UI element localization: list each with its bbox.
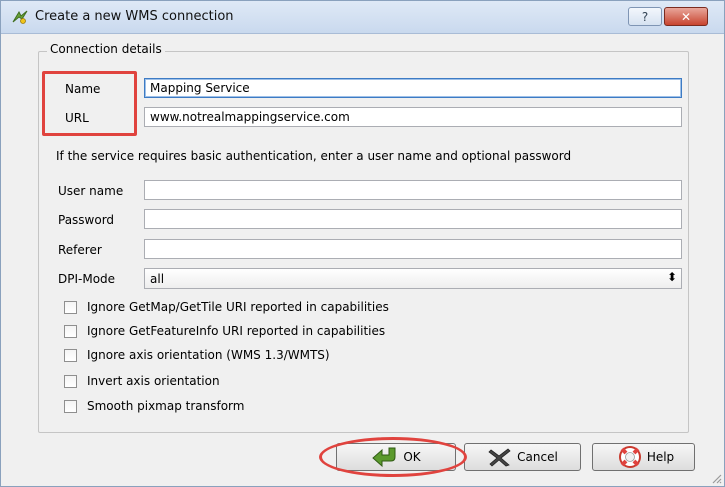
- checkbox-box[interactable]: [64, 348, 77, 362]
- checkbox-label: Ignore GetMap/GetTile URI reported in ca…: [87, 300, 389, 314]
- auth-info-text: If the service requires basic authentica…: [56, 149, 572, 163]
- referer-label: Referer: [58, 243, 102, 257]
- checkbox-ignore-getmap[interactable]: Ignore GetMap/GetTile URI reported in ca…: [64, 299, 389, 315]
- password-label: Password: [58, 213, 115, 227]
- updown-arrow-icon: ⬍: [666, 270, 677, 284]
- checkbox-invert-axis[interactable]: Invert axis orientation: [64, 373, 220, 389]
- connection-details-title: Connection details: [47, 42, 165, 56]
- help-button[interactable]: Help: [592, 443, 695, 471]
- checkbox-label: Ignore GetFeatureInfo URI reported in ca…: [87, 324, 386, 338]
- checkbox-box[interactable]: [64, 300, 77, 314]
- url-input[interactable]: www.notrealmappingservice.com: [144, 107, 682, 127]
- titlebar-help-button[interactable]: ?: [628, 7, 662, 26]
- highlight-ellipse: [319, 437, 467, 477]
- dpi-mode-value: all: [150, 272, 165, 286]
- help-label: Help: [646, 450, 675, 464]
- checkbox-smooth-pixmap[interactable]: Smooth pixmap transform: [64, 398, 244, 414]
- qgis-app-icon: [12, 10, 28, 24]
- close-icon: ✕: [680, 9, 692, 24]
- window-title: Create a new WMS connection: [35, 9, 234, 24]
- checkbox-ignore-getfeatureinfo[interactable]: Ignore GetFeatureInfo URI reported in ca…: [64, 323, 385, 339]
- lifebuoy-icon: [618, 446, 641, 468]
- cancel-label: Cancel: [517, 450, 558, 464]
- cancel-x-icon: [488, 448, 511, 467]
- dpi-mode-label: DPI-Mode: [58, 272, 116, 286]
- cancel-button[interactable]: Cancel: [464, 443, 581, 471]
- wms-connection-dialog: Create a new WMS connection ? ✕ Connecti…: [0, 0, 725, 487]
- name-input[interactable]: Mapping Service: [144, 78, 682, 98]
- highlight-box: [42, 71, 137, 136]
- checkbox-ignore-axis-orientation[interactable]: Ignore axis orientation (WMS 1.3/WMTS): [64, 347, 330, 363]
- checkbox-label: Ignore axis orientation (WMS 1.3/WMTS): [87, 348, 330, 362]
- checkbox-label: Smooth pixmap transform: [87, 399, 245, 413]
- referer-input[interactable]: [144, 239, 682, 259]
- checkbox-box[interactable]: [64, 399, 77, 413]
- checkbox-box[interactable]: [64, 324, 77, 338]
- titlebar-close-button[interactable]: ✕: [664, 7, 708, 26]
- question-icon: ?: [641, 9, 649, 24]
- password-input[interactable]: [144, 209, 682, 229]
- title-bar[interactable]: Create a new WMS connection ? ✕: [1, 1, 724, 34]
- dpi-mode-select[interactable]: all ⬍: [144, 268, 682, 289]
- username-input[interactable]: [144, 180, 682, 200]
- resize-grip-icon[interactable]: [710, 472, 722, 484]
- checkbox-box[interactable]: [64, 374, 77, 388]
- checkbox-label: Invert axis orientation: [87, 374, 220, 388]
- username-label: User name: [58, 184, 124, 198]
